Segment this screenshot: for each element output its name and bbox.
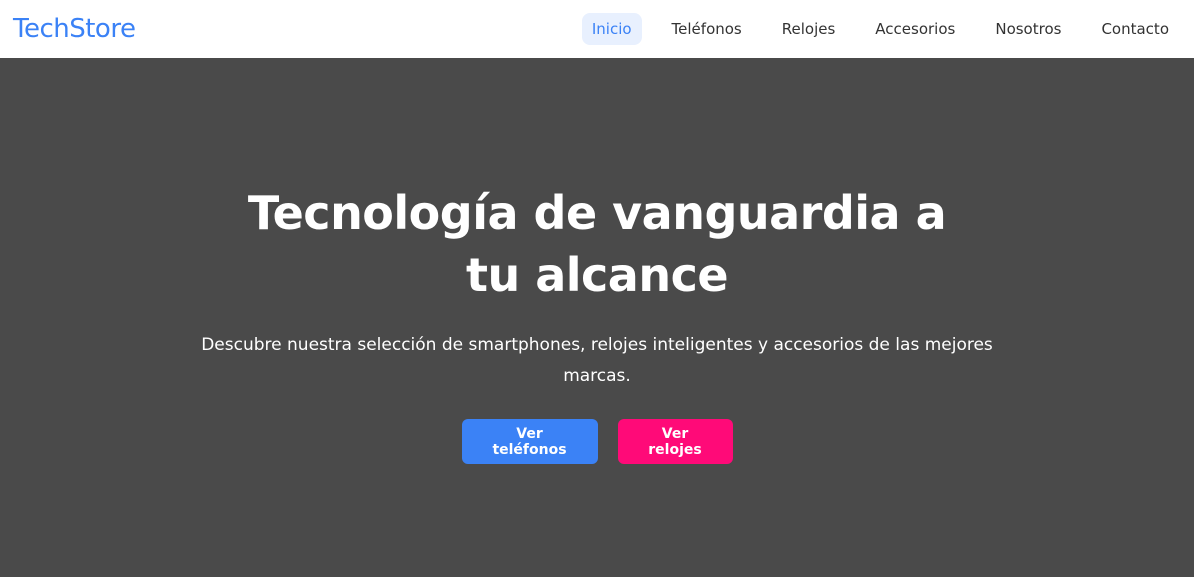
hero-section: Tecnología de vanguardia a tu alcance De…	[0, 58, 1194, 577]
hero-title: Tecnología de vanguardia a tu alcance	[247, 186, 947, 302]
nav-link-accesorios[interactable]: Accesorios	[865, 13, 965, 45]
nav-menu: Inicio Teléfonos Relojes Accesorios Noso…	[581, 13, 1179, 45]
nav-link-inicio[interactable]: Inicio	[581, 13, 642, 45]
view-phones-button[interactable]: Ver teléfonos	[461, 419, 598, 464]
nav-link-contacto[interactable]: Contacto	[1091, 13, 1179, 45]
nav-link-telefonos[interactable]: Teléfonos	[662, 13, 752, 45]
navbar: TechStore Inicio Teléfonos Relojes Acces…	[0, 0, 1194, 58]
hero-buttons: Ver teléfonos Ver relojes	[461, 419, 733, 464]
view-watches-button[interactable]: Ver relojes	[617, 419, 733, 464]
nav-link-nosotros[interactable]: Nosotros	[985, 13, 1071, 45]
brand-logo[interactable]: TechStore	[13, 14, 136, 44]
hero-subtitle: Descubre nuestra selección de smartphone…	[201, 335, 993, 386]
nav-link-relojes[interactable]: Relojes	[772, 13, 846, 45]
